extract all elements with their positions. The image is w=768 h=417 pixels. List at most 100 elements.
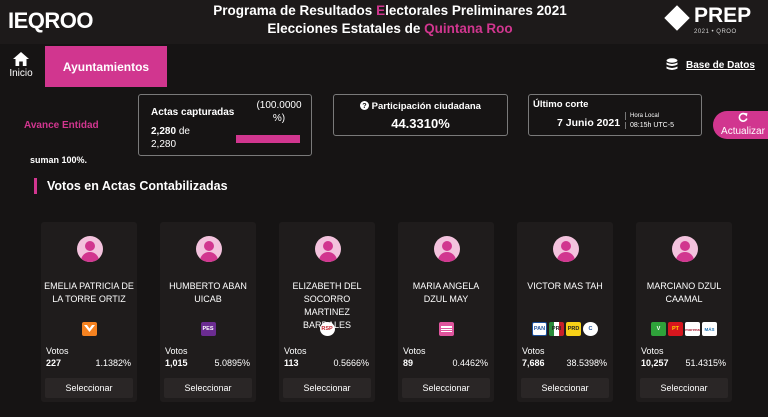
- pt-logo-icon: PT: [668, 322, 683, 336]
- votos-count: 89: [403, 358, 414, 368]
- votos-percent: 0.4462%: [452, 358, 488, 368]
- candidate-card: VICTOR MAS TAH PAN PRI PRD C Votos 7,686…: [517, 222, 613, 402]
- tab-ayuntamientos[interactable]: Ayuntamientos: [45, 46, 167, 87]
- base-de-datos-label: Base de Datos: [686, 59, 755, 71]
- inicio-button[interactable]: Inicio: [7, 52, 35, 79]
- home-icon: [13, 52, 29, 66]
- votos-label: Votos: [165, 346, 188, 356]
- top-bar: IEQROO Programa de Resultados Electorale…: [0, 0, 768, 44]
- seleccionar-button[interactable]: Seleccionar: [402, 378, 490, 398]
- pan-logo-icon: PAN: [532, 322, 547, 336]
- votos-label: Votos: [284, 346, 307, 356]
- seleccionar-button[interactable]: Seleccionar: [45, 378, 133, 398]
- avatar-icon: [553, 236, 579, 262]
- svg-text:?: ?: [362, 101, 366, 110]
- title-part-1: Programa de Resultados: [213, 3, 377, 18]
- confianza-logo-icon: C: [583, 322, 598, 336]
- actas-total: 2,280: [151, 139, 177, 150]
- seleccionar-button[interactable]: Seleccionar: [164, 378, 252, 398]
- actualizar-label: Actualizar: [721, 126, 765, 137]
- votos-label: Votos: [403, 346, 426, 356]
- help-icon: ?: [360, 101, 370, 110]
- candidate-card: HUMBERTO ABAN UICAB PES Votos 1,015 5.08…: [160, 222, 256, 402]
- actas-percent: (100.0000 %): [256, 100, 302, 124]
- refresh-icon: [738, 112, 748, 122]
- pri-logo-icon: PRI: [549, 322, 564, 336]
- candidate-name: VICTOR MAS TAH: [527, 281, 603, 291]
- section-title: Votos en Actas Contabilizadas: [34, 178, 228, 194]
- votos-count: 227: [46, 358, 62, 368]
- party-logos: RSP: [279, 322, 375, 336]
- database-icon: [666, 58, 678, 70]
- corte-label: Último corte: [533, 99, 589, 110]
- prep-word: PREP: [694, 4, 752, 27]
- hora-local-value: 08:15h UTC-5: [625, 122, 674, 129]
- votos-label: Votos: [641, 346, 664, 356]
- prep-subtitle: 2021 • QROO: [694, 29, 737, 35]
- candidate-card: EMELIA PATRICIA DE LA TORRE ORTIZ Votos …: [41, 222, 137, 402]
- actualizar-button[interactable]: Actualizar: [713, 111, 768, 139]
- candidate-card: MARCIANO DZUL CAAMAL V PT morena MÁS Vot…: [636, 222, 732, 402]
- pvem-logo-icon: V: [651, 322, 666, 336]
- party-logos: PES: [160, 322, 256, 336]
- votos-count: 7,686: [522, 358, 545, 368]
- title-line-1: Programa de Resultados Electorales Preli…: [190, 2, 590, 20]
- actas-progress-bar: [236, 135, 300, 143]
- party-logos: V PT morena MÁS: [636, 322, 732, 336]
- candidate-card: ELIZABETH DEL SOCORRO MARTINEZ BARDALES …: [279, 222, 375, 402]
- avatar-icon: [77, 236, 103, 262]
- logo-text: IEQROO: [8, 8, 94, 33]
- tab-ayuntamientos-label: Ayuntamientos: [62, 59, 150, 74]
- ieqroo-logo[interactable]: IEQROO: [8, 8, 94, 34]
- suman-note: suman 100%.: [30, 155, 88, 165]
- actas-label: Actas capturadas: [151, 107, 235, 118]
- fuerza-por-mexico-logo-icon: [438, 322, 454, 336]
- votos-percent: 38.5398%: [566, 358, 607, 368]
- seleccionar-button[interactable]: Seleccionar: [283, 378, 371, 398]
- votos-count: 10,257: [641, 358, 669, 368]
- title-accent: E: [376, 3, 386, 18]
- votos-percent: 1.1382%: [95, 358, 131, 368]
- actas-count: 2,280: [151, 126, 177, 137]
- participacion-box: ? Participación ciudadana 44.3310%: [333, 94, 508, 136]
- diamond-icon: [664, 5, 690, 31]
- party-logos: PAN PRI PRD C: [517, 322, 613, 336]
- avatar-icon: [315, 236, 341, 262]
- base-de-datos-link[interactable]: Base de Datos: [666, 58, 755, 72]
- subtitle-accent: Quintana Roo: [424, 21, 513, 36]
- seleccionar-button[interactable]: Seleccionar: [640, 378, 728, 398]
- page-title: Programa de Resultados Electorales Preli…: [190, 2, 590, 38]
- title-part-2: lectorales Preliminares 2021: [385, 3, 567, 18]
- votos-label: Votos: [522, 346, 545, 356]
- candidate-name: HUMBERTO ABAN UICAB: [169, 281, 247, 304]
- participacion-label-row: ? Participación ciudadana: [334, 101, 507, 112]
- participacion-label: Participación ciudadana: [371, 101, 481, 112]
- mas-logo-icon: MÁS: [702, 322, 717, 336]
- seleccionar-button[interactable]: Seleccionar: [521, 378, 609, 398]
- votos-percent: 51.4315%: [685, 358, 726, 368]
- hora-local-label: Hora Local: [625, 112, 659, 120]
- avatar-icon: [434, 236, 460, 262]
- avatar-icon: [196, 236, 222, 262]
- actas-count-line: 2,280 de: [151, 126, 190, 137]
- votos-percent: 0.5666%: [333, 358, 369, 368]
- title-line-2: Elecciones Estatales de Quintana Roo: [190, 20, 590, 38]
- participacion-value: 44.3310%: [391, 116, 450, 131]
- corte-date: 7 Junio 2021: [557, 117, 621, 129]
- candidate-card: MARIA ANGELA DZUL MAY Votos 89 0.4462% S…: [398, 222, 494, 402]
- movimiento-ciudadano-logo-icon: [81, 322, 97, 336]
- votos-count: 113: [284, 358, 299, 368]
- candidate-name: EMELIA PATRICIA DE LA TORRE ORTIZ: [44, 281, 134, 304]
- candidate-name: MARCIANO DZUL CAAMAL: [646, 281, 722, 304]
- party-logos: [41, 322, 137, 336]
- prd-logo-icon: PRD: [566, 322, 581, 336]
- avance-entidad-label: Avance Entidad: [24, 120, 99, 131]
- ultimo-corte-box: Último corte 7 Junio 2021 Hora Local 08:…: [528, 94, 702, 136]
- votos-count: 1,015: [165, 358, 188, 368]
- morena-logo-icon: morena: [685, 322, 700, 336]
- candidate-name: MARIA ANGELA DZUL MAY: [412, 281, 480, 304]
- actas-capturadas-box: Actas capturadas (100.0000 %) 2,280 de 2…: [138, 94, 312, 156]
- party-logos: [398, 322, 494, 336]
- avatar-icon: [672, 236, 698, 262]
- pes-logo-icon: PES: [200, 322, 216, 336]
